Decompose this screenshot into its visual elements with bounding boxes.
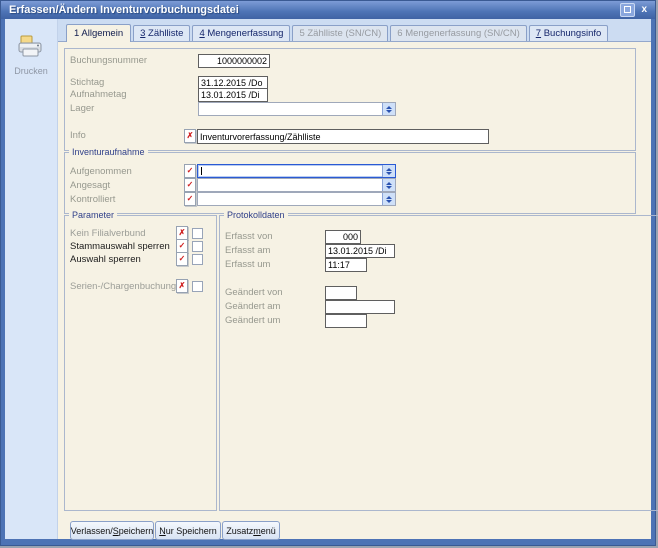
edit-x-icon[interactable]: ✗ — [176, 279, 188, 293]
angesagt-combobox[interactable] — [197, 178, 396, 192]
auswahl-sperren-label: Auswahl sperren — [70, 254, 141, 265]
parameter-group-label: Parameter — [69, 210, 117, 220]
printer-icon — [17, 35, 45, 59]
auswahl-sperren-checkbox[interactable] — [192, 254, 203, 265]
up-arrow-icon — [386, 196, 392, 199]
erfasst-von-field: 000 — [325, 230, 361, 244]
buchungsnummer-field[interactable]: 1000000002 — [198, 54, 270, 68]
kein-filialverbund-checkbox[interactable] — [192, 228, 203, 239]
protokolldaten-group-label: Protokolldaten — [224, 210, 288, 220]
protokolldaten-group: Protokolldaten — [219, 215, 658, 511]
kein-filialverbund-label: Kein Filialverbund — [70, 228, 146, 239]
up-arrow-icon — [386, 106, 392, 109]
aufnahmetag-field[interactable]: 13.01.2015 /Di — [198, 88, 268, 102]
tab-mengenerfassung[interactable]: 4 Mengenerfassung — [192, 25, 290, 41]
serien-chargenbuchung-checkbox[interactable] — [192, 281, 203, 292]
stammauswahl-sperren-label: Stammauswahl sperren — [70, 241, 170, 252]
erfasst-um-label: Erfasst um — [225, 259, 270, 270]
nur-speichern-button[interactable]: Nur Speichern — [155, 521, 221, 540]
up-arrow-icon — [386, 168, 392, 171]
erfasst-um-field: 11:17 — [325, 258, 367, 272]
window-shadow: Erfassen/Ändern Inventurvorbuchungsdatei… — [0, 0, 658, 548]
down-arrow-icon — [386, 110, 392, 113]
down-arrow-icon — [386, 172, 392, 175]
verlassen-speichern-button[interactable]: Verlassen/Speichern — [70, 521, 154, 540]
restore-icon[interactable] — [620, 3, 635, 17]
edit-x-icon[interactable]: ✗ — [176, 226, 188, 240]
geaendert-um-label: Geändert um — [225, 315, 280, 326]
down-arrow-icon — [386, 200, 392, 203]
lager-combobox[interactable] — [198, 102, 396, 116]
close-icon[interactable]: x — [641, 4, 647, 16]
text-caret — [201, 167, 202, 175]
app-window: Erfassen/Ändern Inventurvorbuchungsdatei… — [0, 0, 656, 546]
tabstrip: 1 Allgemein 3 Zählliste 4 Mengenerfassun… — [58, 19, 651, 41]
serien-chargenbuchung-label: Serien-/Chargenbuchung — [70, 281, 176, 292]
erfasst-von-label: Erfasst von — [225, 231, 273, 242]
edit-check-icon[interactable]: ✓ — [176, 252, 188, 266]
edit-check-icon[interactable]: ✓ — [184, 178, 196, 192]
edit-check-icon[interactable]: ✓ — [184, 164, 196, 178]
lager-spin-button[interactable] — [382, 103, 395, 115]
zusatzmenu-button[interactable]: Zusatzmenü — [222, 521, 280, 540]
aufgenommen-spin-button[interactable] — [382, 165, 395, 177]
down-arrow-icon — [386, 186, 392, 189]
sidebar: Drucken — [5, 19, 58, 539]
info-label: Info — [70, 130, 86, 141]
buchungsnummer-label: Buchungsnummer — [70, 55, 147, 66]
geaendert-am-label: Geändert am — [225, 301, 280, 312]
edit-check-icon[interactable]: ✓ — [176, 239, 188, 253]
titlebar: Erfassen/Ändern Inventurvorbuchungsdatei… — [1, 1, 655, 19]
geaendert-um-field — [325, 314, 367, 328]
tab-buchungsinfo[interactable]: 7 Buchungsinfo — [529, 25, 609, 41]
erfasst-am-field: 13.01.2015 /Di — [325, 244, 395, 258]
aufgenommen-label: Aufgenommen — [70, 166, 132, 177]
main-area: 1 Allgemein 3 Zählliste 4 Mengenerfassun… — [58, 19, 651, 539]
info-field[interactable]: Inventurvorerfassung/Zählliste — [197, 129, 489, 144]
angesagt-spin-button[interactable] — [382, 179, 395, 191]
tab-allgemein[interactable]: 1 Allgemein — [66, 24, 131, 42]
stammauswahl-sperren-checkbox[interactable] — [192, 241, 203, 252]
window-title: Erfassen/Ändern Inventurvorbuchungsdatei — [1, 4, 239, 16]
aufgenommen-combobox[interactable] — [197, 164, 396, 178]
geaendert-von-field — [325, 286, 357, 300]
geaendert-am-field — [325, 300, 395, 314]
erfasst-am-label: Erfasst am — [225, 245, 270, 256]
lager-label: Lager — [70, 103, 94, 114]
aufnahmetag-label: Aufnahmetag — [70, 89, 127, 100]
edit-check-icon[interactable]: ✓ — [184, 192, 196, 206]
edit-x-icon[interactable]: ✗ — [184, 129, 196, 143]
geaendert-von-label: Geändert von — [225, 287, 283, 298]
kontrolliert-label: Kontrolliert — [70, 194, 115, 205]
tab-zaehlliste-sncn: 5 Zählliste (SN/CN) — [292, 25, 388, 41]
tab-mengenerfassung-sncn: 6 Mengenerfassung (SN/CN) — [390, 25, 527, 41]
stichtag-label: Stichtag — [70, 77, 104, 88]
kontrolliert-spin-button[interactable] — [382, 193, 395, 205]
inventuraufnahme-group-label: Inventuraufnahme — [69, 147, 148, 157]
tab-page-allgemein: Buchungsnummer 1000000002 Stichtag 31.12… — [58, 41, 651, 539]
client-area: Drucken 1 Allgemein 3 Zählliste 4 Mengen… — [5, 19, 651, 539]
kontrolliert-combobox[interactable] — [197, 192, 396, 206]
sidebar-item-label: Drucken — [5, 66, 57, 76]
sidebar-item-drucken[interactable]: Drucken — [5, 35, 57, 76]
angesagt-label: Angesagt — [70, 180, 110, 191]
tab-zaehlliste[interactable]: 3 Zählliste — [133, 25, 190, 41]
up-arrow-icon — [386, 182, 392, 185]
